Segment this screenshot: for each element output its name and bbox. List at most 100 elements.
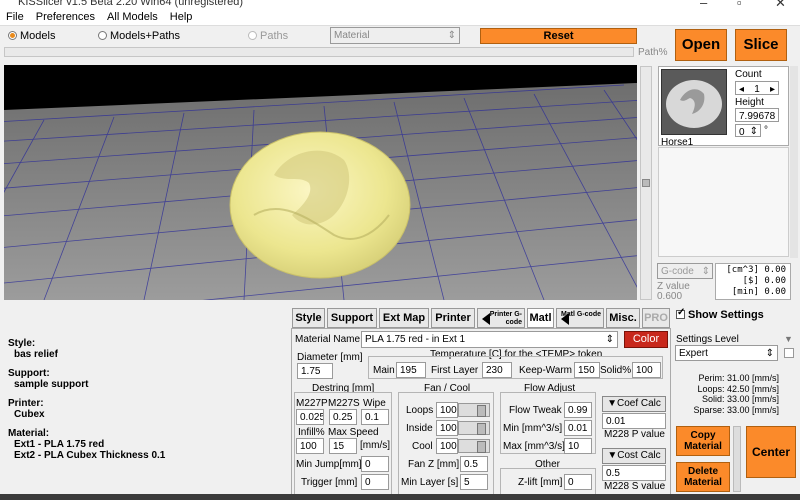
keep-warm-label: Keep-Warm — [519, 365, 572, 376]
trigger-input[interactable]: 0 — [361, 474, 389, 490]
height-input[interactable]: 7.99678 — [735, 108, 779, 122]
support-summary-label: Support: — [8, 368, 50, 379]
center-button[interactable]: Center — [746, 426, 796, 478]
material-select[interactable]: Material ⇕ — [330, 27, 460, 44]
keep-warm-input[interactable]: 150 — [574, 362, 600, 378]
radio-paths[interactable]: Paths — [248, 30, 288, 42]
color-button[interactable]: Color — [624, 331, 668, 348]
settings-level-select[interactable]: Expert ⇕ — [675, 345, 778, 361]
fan-z-input[interactable]: 0.5 — [460, 456, 488, 472]
maximize-icon[interactable]: ▫ — [737, 0, 742, 10]
gcode-select[interactable]: G-code ⇕ — [657, 263, 713, 279]
model-list[interactable]: Count ◂ 1 ▸ Height 7.99678 0 ⇕ ° Horse1 — [658, 66, 789, 148]
tab-misc[interactable]: Misc. — [606, 308, 640, 328]
material-name-select[interactable]: PLA 1.75 red - in Ext 1 ⇕ — [361, 331, 618, 348]
menu-file[interactable]: File — [0, 10, 30, 23]
tab-printer[interactable]: Printer — [431, 308, 475, 328]
m227s-input[interactable]: 0.25 — [329, 409, 357, 425]
arrow-left-icon — [561, 313, 569, 325]
max-flow-input[interactable]: 10 — [564, 438, 592, 454]
min-flow-input[interactable]: 0.01 — [564, 420, 592, 436]
solid-pct-input[interactable]: 100 — [632, 362, 661, 378]
open-button[interactable]: Open — [675, 29, 727, 61]
cost-calc-button[interactable]: ▼Cost Calc — [602, 448, 666, 464]
sparse-speed: Sparse: 33.00 [mm/s] — [693, 404, 779, 415]
coef-calc-button[interactable]: ▼Coef Calc — [602, 396, 666, 412]
reset-button[interactable]: Reset — [480, 28, 637, 44]
loops-fan-input[interactable]: 100 — [436, 402, 458, 418]
cool-fan-label: Cool — [412, 441, 433, 452]
model-list-empty-area — [658, 147, 789, 257]
max-speed-input[interactable]: 15 — [329, 438, 357, 454]
flow-tweak-label: Flow Tweak — [509, 405, 562, 416]
decrement-icon[interactable]: ◂ — [739, 83, 744, 94]
slice-button[interactable]: Slice — [735, 29, 787, 61]
loops-fan-slider[interactable] — [458, 403, 490, 417]
layer-slider-thumb[interactable] — [642, 179, 650, 187]
diameter-input[interactable]: 1.75 — [297, 363, 333, 379]
delete-material-button[interactable]: Delete Material — [676, 462, 730, 492]
ext2-summary: Ext2 - PLA Cubex Thickness 0.1 — [14, 450, 166, 461]
max-flow-label: Max [mm^3/s] — [503, 441, 565, 452]
radio-models-paths[interactable]: Models+Paths — [98, 30, 180, 42]
rotation-input[interactable]: 0 ⇕ — [735, 124, 761, 137]
chevron-down-icon[interactable]: ▼ — [784, 334, 793, 344]
arrow-left-icon — [482, 313, 490, 325]
loops-speed: Loops: 42.50 [mm/s] — [697, 383, 779, 394]
coef-input[interactable]: 0.01 — [602, 413, 666, 429]
tab-matl[interactable]: Matl — [527, 308, 554, 328]
m227p-input[interactable]: 0.025 — [296, 409, 324, 425]
cost-stat: [$] 0.00 — [742, 276, 786, 286]
model-thumbnail[interactable] — [661, 69, 727, 135]
settings-level-checkbox[interactable] — [784, 348, 794, 358]
fan-z-label: Fan Z [mm] — [408, 459, 460, 470]
show-settings-checkbox[interactable]: ✓ Show Settings — [676, 307, 764, 321]
min-jump-input[interactable]: 0 — [361, 456, 389, 472]
trigger-label: Trigger [mm] — [301, 477, 358, 488]
menu-all-models[interactable]: All Models — [101, 10, 164, 23]
first-layer-temp-input[interactable]: 230 — [482, 362, 512, 378]
window-title: KISSlicer v1.5 Beta 2.20 Win64 (unregist… — [18, 0, 244, 8]
support-summary-value: sample support — [14, 379, 89, 390]
model-list-scrollbar[interactable] — [790, 66, 798, 258]
inside-fan-label: Inside — [406, 423, 433, 434]
spinner-icon: ⇕ — [447, 30, 456, 41]
cost-input[interactable]: 0.5 — [602, 465, 666, 481]
m227s-label: M227S — [328, 398, 360, 409]
increment-icon[interactable]: ▸ — [770, 83, 775, 94]
tab-support[interactable]: Support — [327, 308, 377, 328]
menu-help[interactable]: Help — [164, 10, 199, 23]
diameter-label: Diameter [mm] — [297, 352, 363, 363]
tab-ext-map[interactable]: Ext Map — [379, 308, 429, 328]
copy-material-button[interactable]: Copy Material — [676, 426, 730, 456]
wipe-input[interactable]: 0.1 — [361, 409, 389, 425]
count-input[interactable]: ◂ 1 ▸ — [735, 81, 779, 95]
radio-models[interactable]: Models — [8, 30, 55, 42]
main-temp-input[interactable]: 195 — [396, 362, 426, 378]
material-name-label: Material Name — [295, 334, 361, 345]
cool-fan-slider[interactable] — [458, 439, 490, 453]
tab-style[interactable]: Style — [292, 308, 325, 328]
inside-fan-input[interactable]: 100 — [436, 420, 458, 436]
minimize-icon[interactable]: – — [700, 0, 707, 10]
min-layer-input[interactable]: 5 — [460, 474, 488, 490]
menu-preferences[interactable]: Preferences — [30, 10, 101, 23]
viewport-3d[interactable] — [4, 65, 637, 300]
zlift-input[interactable]: 0 — [564, 474, 592, 490]
perim-speed: Perim: 31.00 [mm/s] — [698, 373, 779, 383]
layer-slider[interactable] — [640, 66, 652, 300]
infill-pct-input[interactable]: 100 — [296, 438, 324, 454]
tab-matl-gcode[interactable]: Matl G-code — [556, 308, 604, 328]
time-stat: [min] 0.00 — [731, 287, 786, 297]
flow-tweak-input[interactable]: 0.99 — [564, 402, 592, 418]
style-summary-label: Style: — [8, 338, 36, 349]
inside-fan-slider[interactable] — [458, 421, 490, 435]
close-icon[interactable]: ✕ — [775, 0, 786, 10]
cool-fan-input[interactable]: 100 — [436, 438, 458, 454]
path-slider[interactable] — [4, 47, 634, 57]
printer-summary-value: Cubex — [14, 409, 45, 420]
tab-printer-gcode[interactable]: Printer G-code — [477, 308, 525, 328]
tab-pro[interactable]: PRO — [642, 308, 670, 328]
volume-stat: [cm^3] 0.00 — [726, 265, 786, 275]
side-scroll[interactable] — [733, 426, 741, 492]
